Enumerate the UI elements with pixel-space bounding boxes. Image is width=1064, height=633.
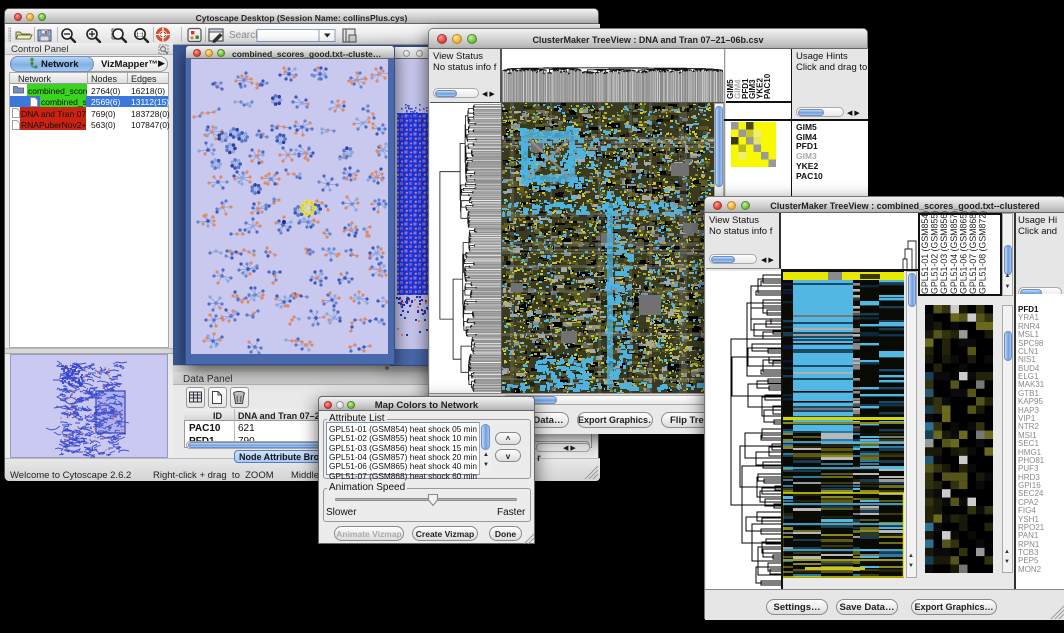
svg-text:GPL51-04 (GSM857): GPL51-04 (GSM857) (949, 211, 959, 294)
svg-text:GPL51-03 (GSM856): GPL51-03 (GSM856) (939, 211, 949, 294)
svg-text:PAC10: PAC10 (763, 73, 772, 99)
svg-text:GPL51-02 (GSM855): GPL51-02 (GSM855) (930, 211, 940, 294)
svg-text:GPL51-01 (GSM854): GPL51-01 (GSM854) (920, 211, 930, 294)
svg-text:GPL51-07 (GSM868): GPL51-07 (GSM868) (968, 211, 978, 294)
svg-text:GPL51-08 (GSM872): GPL51-08 (GSM872) (978, 211, 988, 294)
svg-text:GPL51-06 (GSM865): GPL51-06 (GSM865) (958, 211, 968, 294)
